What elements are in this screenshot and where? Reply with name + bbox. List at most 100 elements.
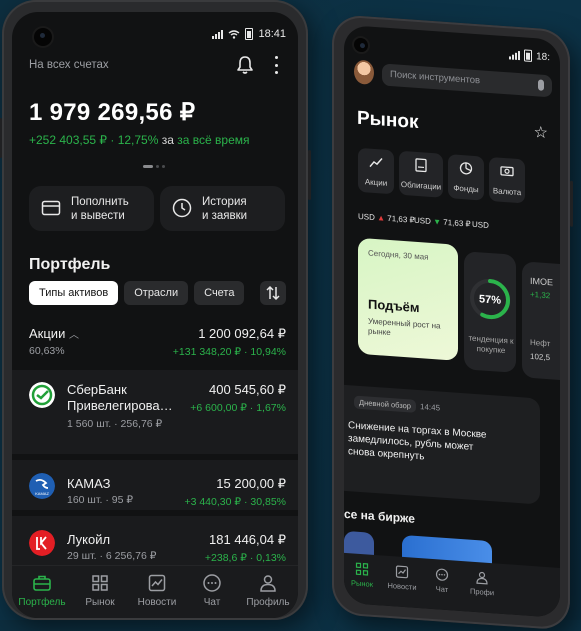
chip-accounts[interactable]: Счета: [194, 281, 244, 305]
holding-change: +6 600,00 ₽ · 1,67%: [190, 402, 286, 414]
category-bonds[interactable]: Облигации: [399, 151, 443, 198]
more-menu-icon[interactable]: [272, 56, 280, 74]
wifi-icon: [228, 30, 240, 39]
stocks-icon: [369, 155, 383, 170]
tab-profile[interactable]: Профиль: [240, 573, 296, 608]
imoex-change: +1,32: [530, 290, 550, 300]
total-gain: +252 403,55 ₽ · 12,75% за за всё время: [29, 133, 250, 147]
stocks-section-header[interactable]: Акции ︿ 60,63% 1 200 092,64 ₽ +131 348,2…: [29, 326, 286, 357]
oil-label: Нефт: [530, 338, 550, 348]
topup-withdraw-button[interactable]: Пополнить и вывести: [29, 186, 154, 231]
tab-market[interactable]: Рынок: [344, 561, 380, 590]
news-chart-icon: [395, 564, 409, 579]
status-time: 18:41: [258, 28, 286, 40]
profile-icon: [475, 570, 489, 585]
news-time: 14:45: [420, 402, 440, 412]
holding-meta: 1 560 шт. · 256,76 ₽: [67, 418, 162, 430]
tab-news[interactable]: Новости: [384, 564, 420, 593]
status-time: 18:: [536, 51, 550, 63]
sberbank-logo-icon: [29, 382, 55, 408]
holding-meta: 160 шт. · 95 ₽: [67, 494, 133, 506]
profile-icon: [258, 573, 278, 593]
ticker-usd-2[interactable]: USD ▼ 71,63 ₽: [414, 216, 471, 229]
topup-withdraw-label: Пополнить и вывести: [71, 195, 151, 223]
bottom-tab-bar: Рынок Новости Чат Профи: [344, 553, 560, 618]
chip-industries[interactable]: Отрасли: [124, 281, 188, 305]
portfolio-heading: Портфель: [29, 256, 110, 274]
signal-icon: [509, 49, 520, 60]
news-chart-icon: [147, 573, 167, 593]
ticker-usd-3[interactable]: USD: [472, 220, 489, 230]
list-item[interactable]: СберБанкПривелегирова… 1 560 шт. · 256,7…: [12, 382, 298, 442]
carousel-indicator: [143, 165, 165, 168]
tab-chat[interactable]: Чат: [424, 566, 460, 595]
holdings-list: СберБанкПривелегирова… 1 560 шт. · 256,7…: [12, 370, 298, 566]
briefcase-icon: [32, 573, 52, 593]
day-card-title: Подъём: [368, 297, 420, 316]
tab-profile[interactable]: Профи: [464, 569, 500, 598]
news-card[interactable]: Дневной обзор 14:45 Снижение на торгах в…: [344, 385, 540, 505]
kamaz-logo-text: KAMAZ: [35, 491, 49, 496]
category-stocks[interactable]: Акции: [358, 148, 394, 195]
right-phone-frame: 18: Поиск инструментов Рынок ☆ Акции Обл…: [332, 14, 570, 631]
holding-change: +238,6 ₽ · 0,13%: [205, 552, 286, 564]
avatar[interactable]: [354, 60, 374, 85]
category-currency[interactable]: Валюта: [489, 157, 525, 204]
buy-tendency-gauge: 57%: [468, 276, 512, 323]
market-grid-icon: [355, 562, 369, 577]
microphone-icon[interactable]: [538, 79, 544, 90]
chat-icon: [435, 567, 449, 582]
power-button: [570, 181, 573, 227]
news-tag: Дневной обзор: [354, 396, 416, 413]
tab-news[interactable]: Новости: [129, 573, 185, 608]
currency-icon: [500, 164, 514, 179]
gauge-caption: тенденция к покупке: [468, 334, 514, 357]
search-input[interactable]: Поиск инструментов: [382, 63, 552, 97]
holding-value: 400 545,60 ₽: [190, 382, 286, 398]
tab-portfolio[interactable]: Портфель: [14, 573, 70, 608]
news-headline: Снижение на торгах в Москве замедлилось,…: [348, 419, 498, 468]
kamaz-logo-icon: KAMAZ: [29, 473, 55, 499]
day-card-subtitle: Умеренный рост на рынке: [368, 317, 448, 343]
accounts-label: На всех счетах: [29, 59, 109, 71]
category-funds[interactable]: Фонды: [448, 154, 484, 201]
lukoil-logo-icon: [29, 530, 55, 556]
list-item[interactable]: KAMAZ КАМАЗ 160 шт. · 95 ₽ 15 200,00 ₽ +…: [12, 454, 298, 518]
gain-period-prefix: за: [162, 133, 174, 147]
history-orders-button[interactable]: История и заявки: [160, 186, 285, 231]
chevron-up-icon: ︿: [69, 330, 79, 341]
imoex-card[interactable]: IMOE +1,32 Нефт 102,5: [522, 261, 560, 380]
status-bar: 18:: [509, 48, 550, 63]
portfolio-filter-chips: Типы активов Отрасли Счета: [29, 281, 244, 305]
page-title: Рынок: [357, 108, 419, 134]
oil-value: 102,5: [530, 352, 550, 362]
holding-name: Лукойл: [67, 532, 110, 548]
total-balance: 1 979 269,56 ₽: [29, 98, 195, 127]
star-icon[interactable]: ☆: [534, 122, 548, 143]
bonds-icon: [414, 158, 428, 173]
chip-asset-types[interactable]: Типы активов: [29, 281, 118, 305]
tab-chat[interactable]: Чат: [184, 573, 240, 608]
holding-name: КАМАЗ: [67, 476, 110, 492]
bell-icon[interactable]: [236, 55, 254, 75]
right-phone-screen: 18: Поиск инструментов Рынок ☆ Акции Обл…: [344, 25, 560, 618]
list-item[interactable]: Лукойл 29 шт. · 6 256,76 ₽ 181 446,04 ₽ …: [12, 510, 298, 568]
history-orders-label: История и заявки: [202, 195, 282, 223]
signal-icon: [212, 29, 223, 39]
battery-icon: [524, 49, 532, 62]
stocks-value: 1 200 092,64 ₽: [173, 326, 286, 342]
funds-pie-icon: [459, 161, 473, 176]
stocks-change: +131 348,20 ₽ · 10,94%: [173, 346, 286, 358]
sort-icon[interactable]: [260, 281, 286, 305]
tab-market[interactable]: Рынок: [72, 573, 128, 608]
gain-period-link[interactable]: за всё время: [177, 133, 249, 147]
front-camera: [354, 38, 368, 53]
exchange-section-title: се на бирже: [344, 507, 415, 526]
holding-meta: 29 шт. · 6 256,76 ₽: [67, 550, 156, 562]
market-grid-icon: [90, 573, 110, 593]
market-day-card[interactable]: Сегодня, 30 мая Подъём Умеренный рост на…: [358, 238, 458, 361]
front-camera: [34, 28, 52, 46]
chat-icon: [202, 573, 222, 593]
buy-tendency-card[interactable]: 57% тенденция к покупке: [464, 251, 516, 373]
ticker-usd-1[interactable]: USD ▲ 71,63 ₽: [358, 212, 415, 225]
